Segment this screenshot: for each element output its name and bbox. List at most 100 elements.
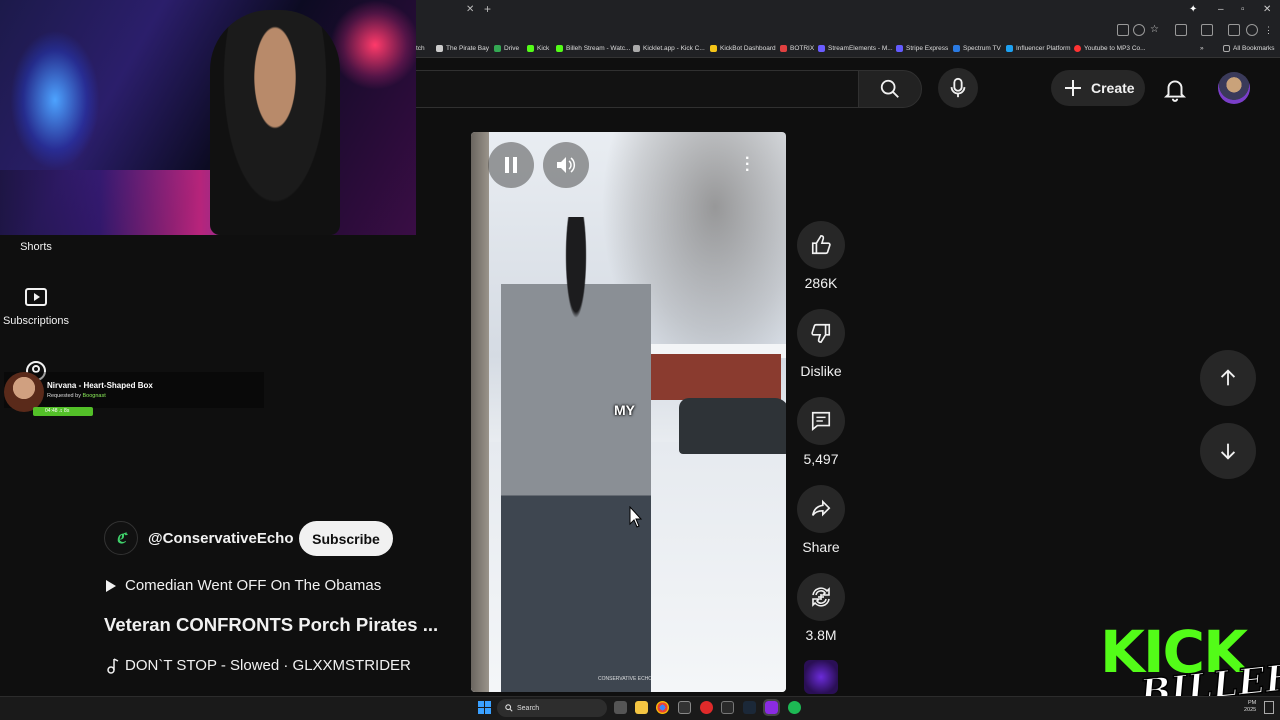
app-icon[interactable] — [763, 699, 780, 716]
video-caption: MY — [614, 402, 635, 418]
cast-icon[interactable] — [1117, 24, 1129, 36]
sidebar-item-shorts[interactable]: Shorts — [0, 241, 72, 253]
spotify-icon[interactable] — [788, 701, 801, 714]
downloads-icon[interactable] — [1228, 24, 1240, 36]
subscribe-button[interactable]: Subscribe — [299, 521, 393, 556]
dislike-button[interactable] — [797, 309, 845, 357]
share-button[interactable] — [797, 485, 845, 533]
clock-time: PM — [1248, 700, 1257, 706]
notification-center-icon[interactable] — [1264, 701, 1274, 714]
thumbs-down-icon — [811, 323, 831, 343]
bookmark-item[interactable]: KickBot Dashboard — [710, 45, 776, 52]
taskbar-search-label: Search — [517, 704, 540, 712]
song-title: Nirvana - Heart-Shaped Box — [47, 381, 153, 390]
bookmark-item[interactable]: Kicklet.app - Kick C... — [633, 45, 705, 52]
terminal-icon[interactable] — [678, 701, 691, 714]
remix-button[interactable] — [797, 573, 845, 621]
maximize-icon[interactable]: ▫ — [1241, 3, 1245, 16]
windows-start-icon[interactable] — [478, 701, 491, 714]
app-icon[interactable] — [721, 701, 734, 714]
playlist-label: Comedian Went OFF On The Obamas — [125, 577, 382, 594]
remix-count: 3.8M — [805, 627, 837, 643]
search-input[interactable] — [416, 70, 858, 108]
minimize-icon[interactable]: – — [1218, 3, 1224, 16]
zoom-icon[interactable] — [1133, 24, 1145, 36]
bookmark-item[interactable]: Influencer Platform — [1006, 45, 1071, 52]
bookmark-item[interactable]: Stripe Express — [896, 45, 948, 52]
more-options-icon[interactable]: · · · — [745, 151, 750, 179]
all-bookmarks[interactable]: All Bookmarks — [1223, 45, 1275, 52]
bookmarks-overflow-icon[interactable]: » — [1200, 45, 1204, 52]
star-icon[interactable]: ☆ — [1150, 24, 1162, 36]
tab-close-icon[interactable]: ✕ — [466, 3, 474, 16]
extension-icon[interactable]: ✦ — [1189, 3, 1197, 16]
app-icon[interactable] — [700, 701, 713, 714]
extensions-icon[interactable] — [1175, 24, 1187, 36]
like-count: 286K — [804, 275, 838, 291]
plus-icon — [1065, 80, 1081, 96]
bookmark-item[interactable]: StreamElements - M... — [818, 45, 893, 52]
comments-button[interactable] — [797, 397, 845, 445]
video-watermark: CONSERVATIVE ECHO — [598, 676, 653, 682]
song-requester-avatar — [4, 372, 44, 412]
previous-short-button[interactable] — [1200, 350, 1256, 406]
close-window-icon[interactable]: ✕ — [1263, 3, 1271, 16]
file-explorer-icon[interactable] — [635, 701, 648, 714]
bookmark-favicon-icon — [710, 45, 717, 52]
taskbar-clock[interactable]: PM 2025 — [1244, 700, 1256, 714]
next-short-button[interactable] — [1200, 423, 1256, 479]
notifications-button[interactable] — [1162, 76, 1188, 107]
playlist-link[interactable]: Comedian Went OFF On The Obamas — [105, 577, 381, 594]
chrome-icon[interactable] — [656, 701, 669, 714]
search-icon — [880, 79, 899, 98]
video-title[interactable]: Veteran CONFRONTS Porch Pirates ... — [104, 614, 438, 636]
kick-icon — [527, 45, 534, 52]
microphone-icon — [950, 77, 966, 98]
share-label: Share — [802, 539, 840, 555]
bookmark-item[interactable]: Billeh Stream - Watc... — [556, 45, 630, 52]
comment-count: 5,497 — [803, 451, 839, 467]
video-car — [679, 398, 786, 454]
new-tab-icon[interactable]: + — [484, 2, 491, 16]
webcam-streamer — [210, 10, 340, 235]
search-button[interactable] — [858, 70, 922, 108]
like-button[interactable] — [797, 221, 845, 269]
bookmark-item[interactable]: Youtube to MP3 Co... — [1074, 45, 1146, 52]
account-avatar[interactable] — [1218, 72, 1250, 104]
mouse-cursor-icon — [629, 506, 643, 528]
subscriptions-icon[interactable] — [25, 288, 47, 306]
music-note-icon — [107, 657, 119, 674]
volume-button[interactable] — [543, 142, 589, 188]
requester-name: Boognast — [82, 393, 106, 399]
bookmark-item[interactable]: BOTRIX — [780, 45, 814, 52]
task-view-icon[interactable] — [614, 701, 627, 714]
voice-search-button[interactable] — [938, 68, 978, 108]
bookmark-item[interactable]: tch — [416, 45, 425, 52]
requested-prefix: Requested by — [47, 393, 81, 399]
share-icon — [811, 499, 831, 517]
bookmark-item[interactable]: The Pirate Bay — [436, 45, 489, 52]
taskbar-search[interactable]: Search — [497, 699, 607, 717]
steam-icon[interactable] — [743, 701, 756, 714]
sidebar-item-subscriptions[interactable]: Subscriptions — [0, 315, 72, 327]
song-requested-by: Requested by Boognast — [47, 393, 106, 399]
bookmark-item[interactable]: Spectrum TV — [953, 45, 1001, 52]
clock-date: 2025 — [1244, 707, 1257, 713]
sidebar-toggle-icon[interactable] — [1201, 24, 1213, 36]
menu-icon[interactable]: ⋮ — [1264, 24, 1276, 36]
channel-handle[interactable]: @ConservativeEcho — [148, 530, 294, 547]
pause-button[interactable] — [488, 142, 534, 188]
arrow-down-icon — [1220, 443, 1236, 460]
bookmark-item[interactable]: Drive — [494, 45, 519, 52]
sound-thumbnail[interactable] — [804, 660, 838, 694]
channel-avatar[interactable]: ℭ — [104, 521, 138, 555]
song-progress-badge: 04:48 ♫ 8s — [33, 407, 93, 416]
bookmark-favicon-icon — [1006, 45, 1013, 52]
music-link[interactable]: DON`T STOP - Slowed · GLXXMSTRIDER — [105, 657, 411, 674]
volume-icon — [557, 157, 576, 173]
profile-icon[interactable] — [1246, 24, 1258, 36]
bookmark-favicon-icon — [633, 45, 640, 52]
create-button[interactable]: Create — [1051, 70, 1145, 106]
bookmark-item[interactable]: Kick — [527, 45, 549, 52]
remix-icon — [812, 587, 830, 607]
